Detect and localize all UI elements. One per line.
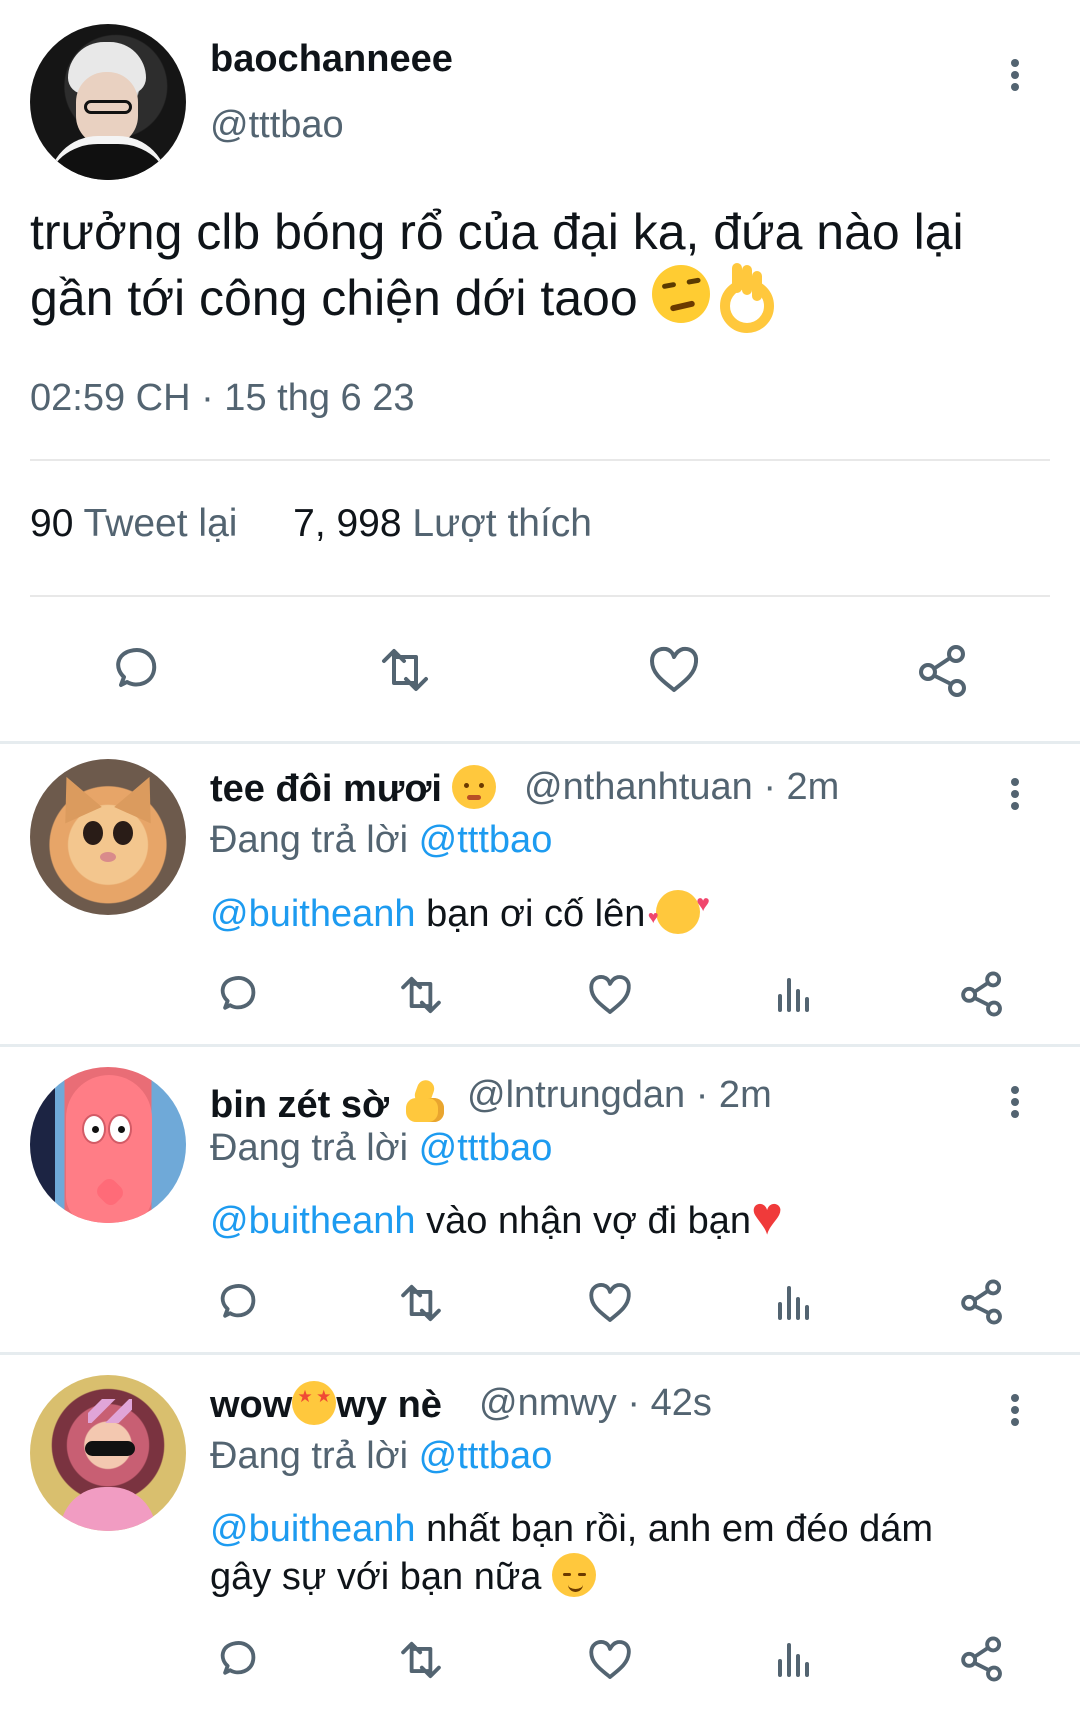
red-heart-emoji (751, 1189, 793, 1243)
divider (30, 595, 1050, 597)
retweet-icon[interactable] (392, 972, 450, 1018)
reply-divider (0, 1352, 1080, 1355)
like-icon[interactable] (646, 643, 702, 697)
tweet-stats: 90 Tweet lại 7, 998 Lượt thích (30, 502, 592, 546)
retweet-icon[interactable] (392, 1637, 450, 1683)
reply-icon[interactable] (108, 643, 162, 697)
views-icon[interactable] (772, 972, 816, 1018)
main-tweet: baochanneee @tttbao trưởng clb bóng rổ c… (0, 0, 1080, 744)
reply-text: @buitheanh bạn ơi cố lên (210, 880, 1030, 941)
main-display-name[interactable]: baochanneee (210, 38, 453, 81)
replying-to: Đang trả lời @tttbao (210, 819, 553, 861)
main-user-avatar[interactable] (30, 24, 186, 180)
girl-avatar[interactable] (30, 1375, 186, 1531)
share-icon[interactable] (915, 643, 971, 699)
reply-icon[interactable] (214, 1637, 260, 1683)
reply-display-name[interactable]: tee đôi mươi (210, 765, 497, 811)
cat-avatar[interactable] (30, 759, 186, 915)
patrick-avatar[interactable] (30, 1067, 186, 1223)
reply-text: @buitheanh nhất bạn rồi, anh em đéo dám g… (210, 1508, 934, 1598)
more-icon[interactable] (1003, 770, 1027, 818)
more-icon[interactable] (1003, 51, 1027, 99)
retweet-label[interactable]: Tweet lại (84, 502, 238, 545)
mention-link[interactable]: @buitheanh (210, 1200, 416, 1242)
thumbs-up-emoji (400, 1073, 452, 1125)
retweet-count[interactable]: 90 (30, 502, 73, 545)
replying-to: Đang trả lời @tttbao (210, 1435, 553, 1477)
reply-handle-time[interactable]: @nmwy · 42s (479, 1382, 712, 1425)
divider (30, 459, 1050, 461)
reply-tweet: bin zét sờ @lntrungdan · 2m Đang trả lời… (0, 1050, 1080, 1358)
mention-link[interactable]: @buitheanh (210, 893, 416, 935)
main-tweet-line-2: gần tới công chiện dới taoo (30, 270, 638, 326)
share-icon[interactable] (958, 1278, 1006, 1326)
reply-display-name[interactable]: bin zét sờ (210, 1073, 452, 1127)
reply-display-name[interactable]: wowwy nè (210, 1381, 442, 1427)
smiling-face-with-hearts-emoji (648, 880, 710, 941)
reply-handle-time[interactable]: @lntrungdan · 2m (467, 1074, 772, 1117)
views-icon[interactable] (772, 1280, 816, 1326)
like-label[interactable]: Lượt thích (412, 502, 592, 545)
replying-to: Đang trả lời @tttbao (210, 1127, 553, 1169)
like-icon[interactable] (586, 1280, 634, 1326)
main-tweet-line-1: trưởng clb bóng rổ của đại ka, đứa nào l… (30, 204, 964, 260)
reply-tweet: wowwy nè @nmwy · 42s Đang trả lời @tttba… (0, 1358, 1080, 1713)
like-count[interactable]: 7, 998 (293, 502, 401, 545)
reply-handle-time[interactable]: @nthanhtuan · 2m (524, 766, 839, 809)
replying-mention[interactable]: @tttbao (419, 1435, 553, 1477)
reply-icon[interactable] (214, 972, 260, 1018)
reply-tweet: tee đôi mươi @nthanhtuan · 2m Đang trả l… (0, 742, 1080, 1050)
more-icon[interactable] (1003, 1386, 1027, 1434)
views-icon[interactable] (772, 1637, 816, 1683)
reply-divider (0, 1044, 1080, 1047)
reply-text: @buitheanh vào nhận vợ đi bạn (210, 1189, 1030, 1245)
smiling-face-emoji (551, 1553, 596, 1597)
share-icon[interactable] (958, 970, 1006, 1018)
retweet-icon[interactable] (372, 643, 438, 697)
main-tweet-text: trưởng clb bóng rổ của đại ka, đứa nào l… (30, 202, 1040, 333)
tweet-timestamp: 02:59 CH · 15 thg 6 23 (30, 377, 415, 419)
main-handle[interactable]: @tttbao (210, 104, 344, 147)
smirking-face-emoji (651, 265, 710, 323)
reply-icon[interactable] (214, 1280, 260, 1326)
more-icon[interactable] (1003, 1078, 1027, 1126)
retweet-icon[interactable] (392, 1280, 450, 1326)
share-icon[interactable] (958, 1635, 1006, 1683)
baby-emoji (452, 765, 497, 809)
like-icon[interactable] (586, 1637, 634, 1683)
mention-link[interactable]: @buitheanh (210, 1508, 416, 1550)
replying-mention[interactable]: @tttbao (419, 819, 553, 861)
star-struck-emoji (292, 1381, 337, 1425)
ok-hand-emoji (712, 263, 774, 333)
like-icon[interactable] (586, 972, 634, 1018)
replying-mention[interactable]: @tttbao (419, 1127, 553, 1169)
